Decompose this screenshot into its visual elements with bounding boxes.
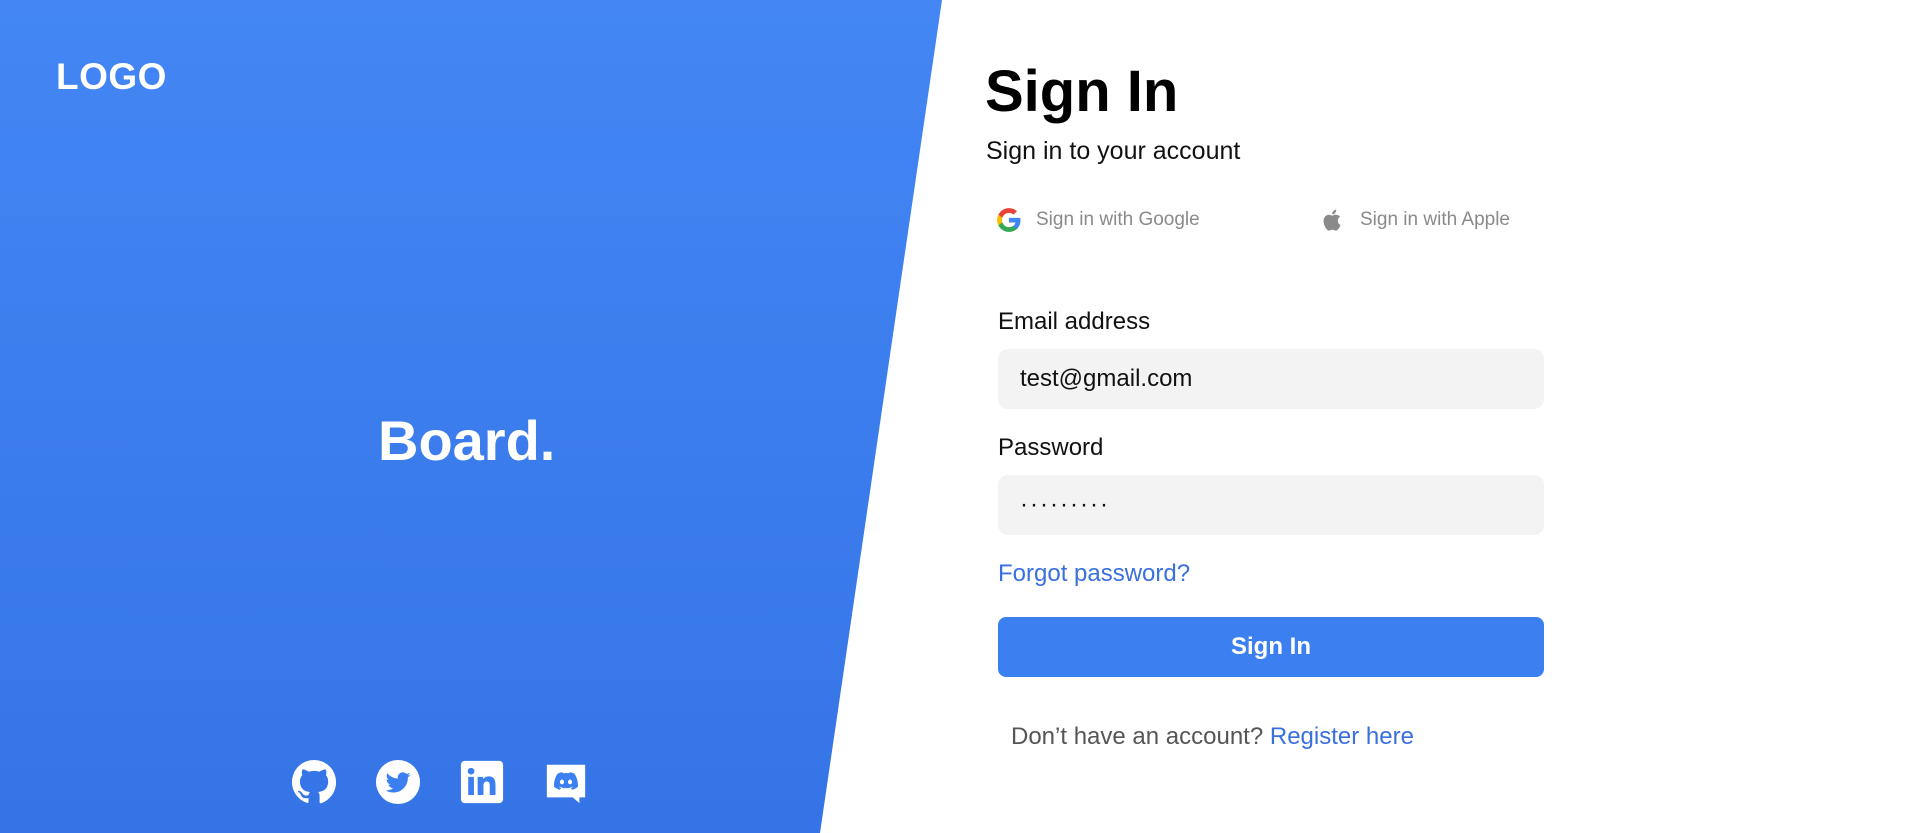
logo: LOGO: [56, 56, 167, 97]
google-signin-button[interactable]: Sign in with Google: [996, 202, 1200, 238]
discord-icon[interactable]: [542, 758, 590, 806]
sign-in-button[interactable]: Sign In: [998, 617, 1544, 677]
apple-icon: [1323, 209, 1341, 231]
apple-signin-button[interactable]: Sign in with Apple: [1320, 202, 1510, 238]
apple-signin-label: Sign in with Apple: [1360, 209, 1510, 230]
google-icon: [997, 208, 1021, 232]
email-field[interactable]: [998, 349, 1544, 409]
register-prompt-text: Don’t have an account?: [1011, 723, 1264, 750]
page-subtitle: Sign in to your account: [986, 137, 1241, 165]
register-prompt: Don’t have an account? Register here: [1011, 723, 1414, 751]
github-icon[interactable]: [290, 758, 338, 806]
page-title: Sign In: [985, 59, 1179, 124]
password-field[interactable]: [998, 475, 1544, 535]
google-signin-label: Sign in with Google: [1036, 209, 1200, 230]
brand-panel: LOGO Board.: [0, 0, 942, 833]
social-links: [290, 758, 590, 806]
email-label: Email address: [998, 308, 1151, 335]
forgot-password-link[interactable]: Forgot password?: [998, 560, 1190, 588]
register-link[interactable]: Register here: [1270, 723, 1414, 750]
linkedin-icon[interactable]: [458, 758, 506, 806]
twitter-icon[interactable]: [374, 758, 422, 806]
brand-tagline: Board.: [378, 409, 556, 472]
password-label: Password: [998, 434, 1104, 461]
